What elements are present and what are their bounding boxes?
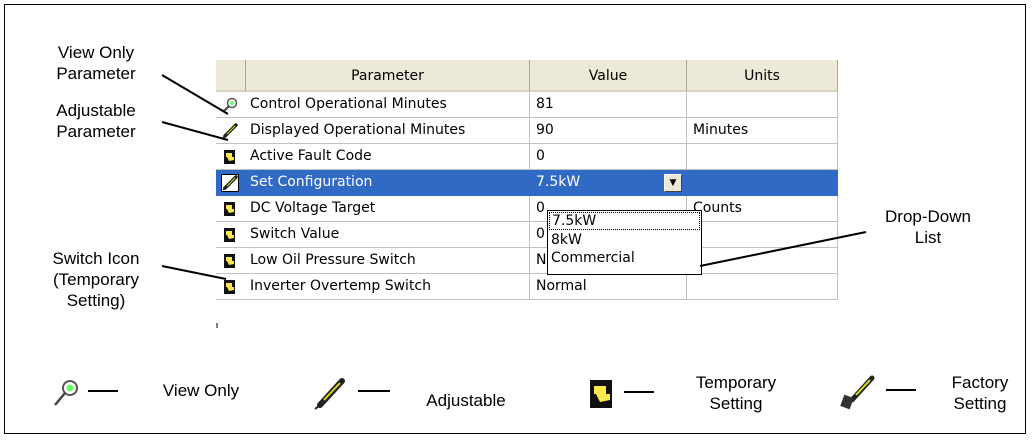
legend-label-adjustable: Adjustable [426, 391, 506, 410]
legend-label-factory-setting: Factory Setting [951, 373, 1009, 413]
adjustable-icon [314, 378, 390, 410]
factory-setting-icon [840, 375, 916, 410]
view-only-icon [54, 380, 118, 406]
legend-label-view-only: View Only [162, 381, 240, 400]
temporary-setting-icon [590, 380, 654, 408]
legend-label-temporary-setting: Temporary Setting [695, 373, 777, 413]
